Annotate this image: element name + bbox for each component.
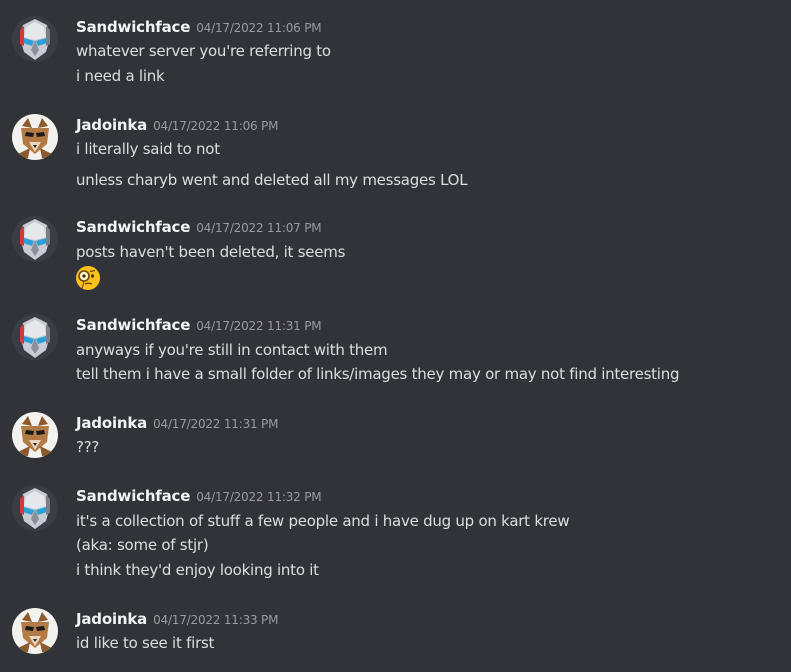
message-text: tell them i have a small folder of links… [76,365,680,383]
message-text: ??? [76,438,100,456]
message-text: posts haven't been deleted, it seems [76,243,346,261]
fox-avatar-icon[interactable] [12,412,58,458]
username[interactable]: Sandwichface [76,316,190,334]
message-text: id like to see it first [76,634,215,652]
face-with-monocle-emoji-icon[interactable] [75,265,101,291]
message-header: Sandwichface 04/17/2022 11:07 PM [76,216,322,238]
message-header: Jadoinka 04/17/2022 11:33 PM [76,608,278,630]
fox-avatar-icon[interactable] [12,114,58,160]
timestamp: 04/17/2022 11:32 PM [196,490,322,504]
timestamp: 04/17/2022 11:06 PM [196,21,322,35]
message-text: i literally said to not [76,140,220,158]
timestamp: 04/17/2022 11:07 PM [196,221,322,235]
username[interactable]: Sandwichface [76,18,190,36]
robot-avatar-icon[interactable] [12,16,58,62]
timestamp: 04/17/2022 11:33 PM [153,613,279,627]
robot-avatar-icon[interactable] [12,216,58,262]
message-header: Jadoinka 04/17/2022 11:31 PM [76,412,278,434]
message-header: Sandwichface 04/17/2022 11:06 PM [76,16,322,38]
robot-avatar-icon[interactable] [12,314,58,360]
message-header: Sandwichface 04/17/2022 11:32 PM [76,485,322,507]
message-header: Jadoinka 04/17/2022 11:06 PM [76,114,278,136]
message-text: it's a collection of stuff a few people … [76,512,570,530]
message-text: i think they'd enjoy looking into it [76,561,319,579]
message-text: unless charyb went and deleted all my me… [76,171,468,189]
timestamp: 04/17/2022 11:06 PM [153,119,279,133]
username[interactable]: Jadoinka [76,414,147,432]
robot-avatar-icon[interactable] [12,485,58,531]
message-header: Sandwichface 04/17/2022 11:31 PM [76,314,322,336]
username[interactable]: Sandwichface [76,487,190,505]
username[interactable]: Jadoinka [76,116,147,134]
fox-avatar-icon[interactable] [12,608,58,654]
message-text: whatever server you're referring to [76,42,331,60]
timestamp: 04/17/2022 11:31 PM [196,319,322,333]
message-text: anyways if you're still in contact with … [76,341,388,359]
username[interactable]: Jadoinka [76,610,147,628]
message-text: i need a link [76,67,165,85]
timestamp: 04/17/2022 11:31 PM [153,417,279,431]
message-text: (aka: some of stjr) [76,536,209,554]
username[interactable]: Sandwichface [76,218,190,236]
